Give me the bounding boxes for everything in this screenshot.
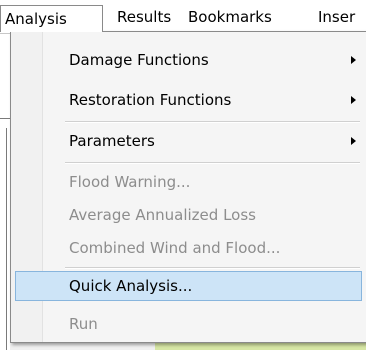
submenu-arrow-icon (351, 96, 356, 104)
menu-item-label: Combined Wind and Flood... (69, 239, 281, 257)
map-area-left (0, 34, 10, 350)
menu-item-label: Damage Functions (69, 51, 209, 69)
submenu-arrow-icon (351, 56, 356, 64)
menu-insert-label: Inser (318, 8, 356, 26)
menu-item-damage-functions[interactable]: Damage Functions (15, 47, 362, 73)
submenu-arrow-icon (351, 137, 356, 145)
menu-item-run[interactable]: Run (15, 311, 362, 337)
menu-separator (65, 121, 360, 123)
menu-item-restoration-functions[interactable]: Restoration Functions (15, 87, 362, 113)
menu-item-flood-warning[interactable]: Flood Warning... (15, 169, 362, 195)
menu-bookmarks[interactable]: Bookmarks (188, 6, 272, 28)
menu-item-quick-analysis[interactable]: Quick Analysis... (15, 271, 362, 301)
menu-item-label: Flood Warning... (69, 173, 191, 191)
analysis-dropdown-menu: Damage Functions Restoration Functions P… (10, 31, 366, 343)
menu-item-label: Parameters (69, 132, 155, 150)
menu-results-label: Results (117, 8, 172, 26)
menu-analysis[interactable]: Analysis (0, 5, 103, 32)
menu-item-combined-wind-flood[interactable]: Combined Wind and Flood... (15, 235, 362, 261)
menu-item-average-annualized-loss[interactable]: Average Annualized Loss (15, 202, 362, 228)
app-window: Analysis Results Bookmarks Inser Damage … (0, 0, 366, 350)
menu-item-label: Run (69, 315, 98, 333)
menu-bookmarks-label: Bookmarks (188, 8, 272, 26)
menu-results[interactable]: Results (117, 6, 171, 28)
menu-separator (65, 162, 360, 164)
menu-item-label: Quick Analysis... (69, 277, 193, 295)
menu-item-label: Restoration Functions (69, 91, 232, 109)
menu-item-label: Average Annualized Loss (69, 206, 256, 224)
map-line (0, 118, 10, 119)
menu-bar: Analysis Results Bookmarks Inser (0, 0, 366, 34)
menu-insert[interactable]: Inser (318, 6, 355, 28)
menu-item-parameters[interactable]: Parameters (15, 128, 362, 154)
menu-analysis-label: Analysis (5, 10, 67, 28)
map-line (6, 128, 7, 350)
menu-separator (65, 267, 360, 269)
